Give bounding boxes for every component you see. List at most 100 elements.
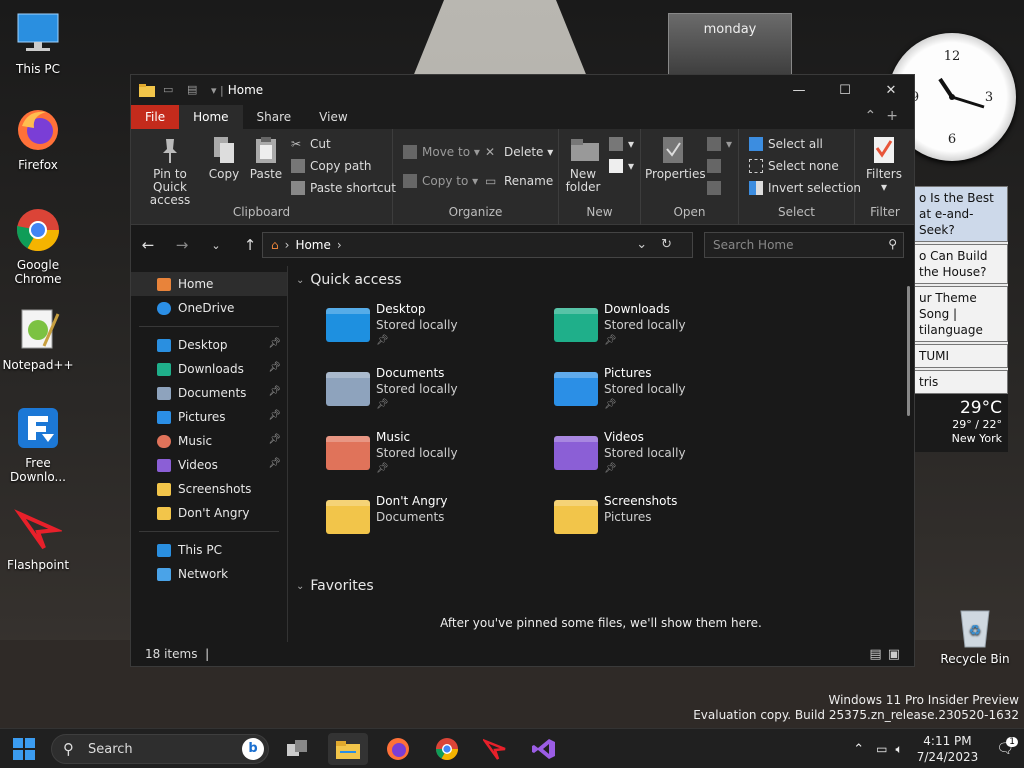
move-to-button[interactable]: Move to ▾ <box>403 145 480 159</box>
desktop-icon-chrome[interactable]: Google Chrome <box>0 206 76 286</box>
sidebar-item-this-pc[interactable]: This PC <box>131 538 287 562</box>
delete-button[interactable]: ✕ Delete ▾ <box>485 145 553 159</box>
details-view-icon[interactable]: ▤ <box>869 647 887 662</box>
taskbar-search[interactable]: ⚲ Search b <box>51 734 269 764</box>
start-button[interactable] <box>4 733 44 765</box>
invert-selection-button[interactable]: Invert selection <box>749 181 861 195</box>
minimize-button[interactable]: — <box>776 75 822 105</box>
copy-to-button[interactable]: Copy to ▾ <box>403 174 478 188</box>
refresh-icon[interactable]: ↻ <box>661 237 686 252</box>
tab-share[interactable]: Share <box>243 105 306 129</box>
monitor-icon <box>157 543 171 557</box>
desktop-icon-recycle-bin[interactable]: ♻ Recycle Bin <box>940 603 1010 666</box>
sidebar-item-desktop[interactable]: Desktop 📌︎ <box>131 333 287 357</box>
sidebar-item-videos[interactable]: Videos 📌︎ <box>131 453 287 477</box>
forward-arrow-icon[interactable]: → <box>165 236 199 254</box>
large-icons-view-icon[interactable]: ▣ <box>888 647 906 662</box>
favorites-header[interactable]: ⌄ Favorites <box>296 572 374 600</box>
tab-file[interactable]: File <box>131 105 180 129</box>
network-icon[interactable]: ▭ <box>876 742 887 756</box>
taskbar-file-explorer[interactable] <box>328 733 368 765</box>
sidebar-item-screenshots[interactable]: Screenshots <box>131 477 287 501</box>
paste-shortcut-button[interactable]: Paste shortcut <box>291 181 396 195</box>
address-bar[interactable]: ⌂ › Home › ⌄↻ <box>262 232 693 258</box>
taskbar-firefox[interactable] <box>378 733 418 765</box>
new-folder-quick-icon[interactable]: ▤ <box>187 83 203 97</box>
quick-access-header[interactable]: ⌄ Quick access <box>296 266 914 294</box>
title-bar[interactable]: ▭ ▤ ▾ | Home — ☐ ✕ <box>131 75 914 105</box>
new-folder-icon <box>571 135 599 165</box>
search-input[interactable]: Search Home ⚲ <box>704 232 904 258</box>
tab-view[interactable]: View <box>305 105 361 129</box>
sidebar-item-dont-angry[interactable]: Don't Angry <box>131 501 287 525</box>
copy-path-button[interactable]: Copy path <box>291 159 372 173</box>
customize-toolbar-icon[interactable]: ▾ | <box>211 84 224 97</box>
properties-quick-icon[interactable]: ▭ <box>163 83 179 97</box>
address-dropdown-icon[interactable]: ⌄ <box>636 237 661 252</box>
sidebar-item-network[interactable]: Network <box>131 562 287 586</box>
chevron-up-icon[interactable]: ⌃ <box>853 742 864 757</box>
quick-access-item[interactable]: Downloads Stored locally 📌︎ <box>554 302 774 362</box>
new-folder-button[interactable]: New folder <box>563 135 603 194</box>
sidebar-item-pictures[interactable]: Pictures 📌︎ <box>131 405 287 429</box>
recent-locations-icon[interactable]: ⌄ <box>199 239 233 252</box>
desktop-icon-this-pc[interactable]: This PC <box>0 10 76 76</box>
desktop-icon-free-download[interactable]: Free Downlo... <box>0 404 76 484</box>
news-item[interactable]: TUMI <box>914 344 1008 368</box>
sidebar-item-home[interactable]: Home <box>131 272 287 296</box>
pin-icon: 📌︎ <box>268 362 281 373</box>
taskbar-flashpoint[interactable] <box>475 733 515 765</box>
quick-access-item[interactable]: Music Stored locally 📌︎ <box>326 430 546 490</box>
news-item[interactable]: tris <box>914 370 1008 394</box>
edit-button[interactable] <box>707 159 726 173</box>
quick-access-item[interactable]: Videos Stored locally 📌︎ <box>554 430 774 490</box>
sidebar-item-downloads[interactable]: Downloads 📌︎ <box>131 357 287 381</box>
news-item[interactable]: o Can Build the House? <box>914 244 1008 284</box>
quick-access-item[interactable]: Desktop Stored locally 📌︎ <box>326 302 546 362</box>
open-button[interactable]: ▾ <box>707 137 732 151</box>
quick-access-item[interactable]: Don't Angry Documents <box>326 494 546 554</box>
easy-access-button[interactable]: ▾ <box>609 159 634 173</box>
collapse-ribbon-icon[interactable]: ⌃ <box>865 108 887 124</box>
item-name: Videos <box>604 430 644 444</box>
select-none-button[interactable]: Select none <box>749 159 839 173</box>
desktop-icon-notepadpp[interactable]: Notepad++ <box>0 306 76 372</box>
notification-icon[interactable]: 🗨︎ 1 <box>996 737 1018 757</box>
taskbar-visual-studio[interactable] <box>524 733 564 765</box>
new-item-button[interactable]: ▾ <box>609 137 634 151</box>
filters-button[interactable]: Filters ▾ <box>861 135 907 194</box>
properties-button[interactable]: Properties <box>645 135 706 181</box>
back-arrow-icon[interactable]: ← <box>131 236 165 254</box>
volume-icon[interactable]: 🔈︎ <box>895 742 902 757</box>
desktop-icon-flashpoint[interactable]: Flashpoint <box>0 506 76 572</box>
paste-button[interactable]: Paste <box>247 135 285 181</box>
sidebar-item-documents[interactable]: Documents 📌︎ <box>131 381 287 405</box>
window-title: Home <box>227 83 264 97</box>
maximize-button[interactable]: ☐ <box>822 75 868 105</box>
history-button[interactable] <box>707 181 726 195</box>
desktop-icon-firefox[interactable]: Firefox <box>0 106 76 172</box>
taskbar-chrome[interactable] <box>427 733 467 765</box>
quick-access-item[interactable]: Screenshots Pictures <box>554 494 774 554</box>
quick-access-item[interactable]: Pictures Stored locally 📌︎ <box>554 366 774 426</box>
tab-home[interactable]: Home <box>179 105 243 129</box>
news-item[interactable]: ur Theme Song | tilanguage <box>914 286 1008 342</box>
select-all-button[interactable]: Select all <box>749 137 823 151</box>
download-icon <box>157 362 171 376</box>
task-view-button[interactable] <box>278 733 318 765</box>
cloud-icon <box>157 301 171 315</box>
quick-access-item[interactable]: Documents Stored locally 📌︎ <box>326 366 546 426</box>
taskbar-clock[interactable]: 4:11 PM 7/24/2023 <box>917 733 979 765</box>
pin-quick-access-button[interactable]: Pin to Quick access <box>137 135 203 207</box>
scrollbar[interactable] <box>907 286 910 416</box>
copy-button[interactable]: Copy <box>205 135 243 181</box>
sidebar-item-music[interactable]: Music 📌︎ <box>131 429 287 453</box>
news-item[interactable]: o Is the Best at e-and-Seek? <box>914 186 1008 242</box>
rename-button[interactable]: ▭ Rename <box>485 174 553 188</box>
visual-studio-icon <box>532 739 555 759</box>
pin-icon: 📌︎ <box>268 458 281 469</box>
cut-button[interactable]: ✂ Cut <box>291 137 331 151</box>
sidebar-item-onedrive[interactable]: OneDrive <box>131 296 287 320</box>
help-icon[interactable]: + <box>886 108 908 124</box>
close-button[interactable]: ✕ <box>868 75 914 105</box>
